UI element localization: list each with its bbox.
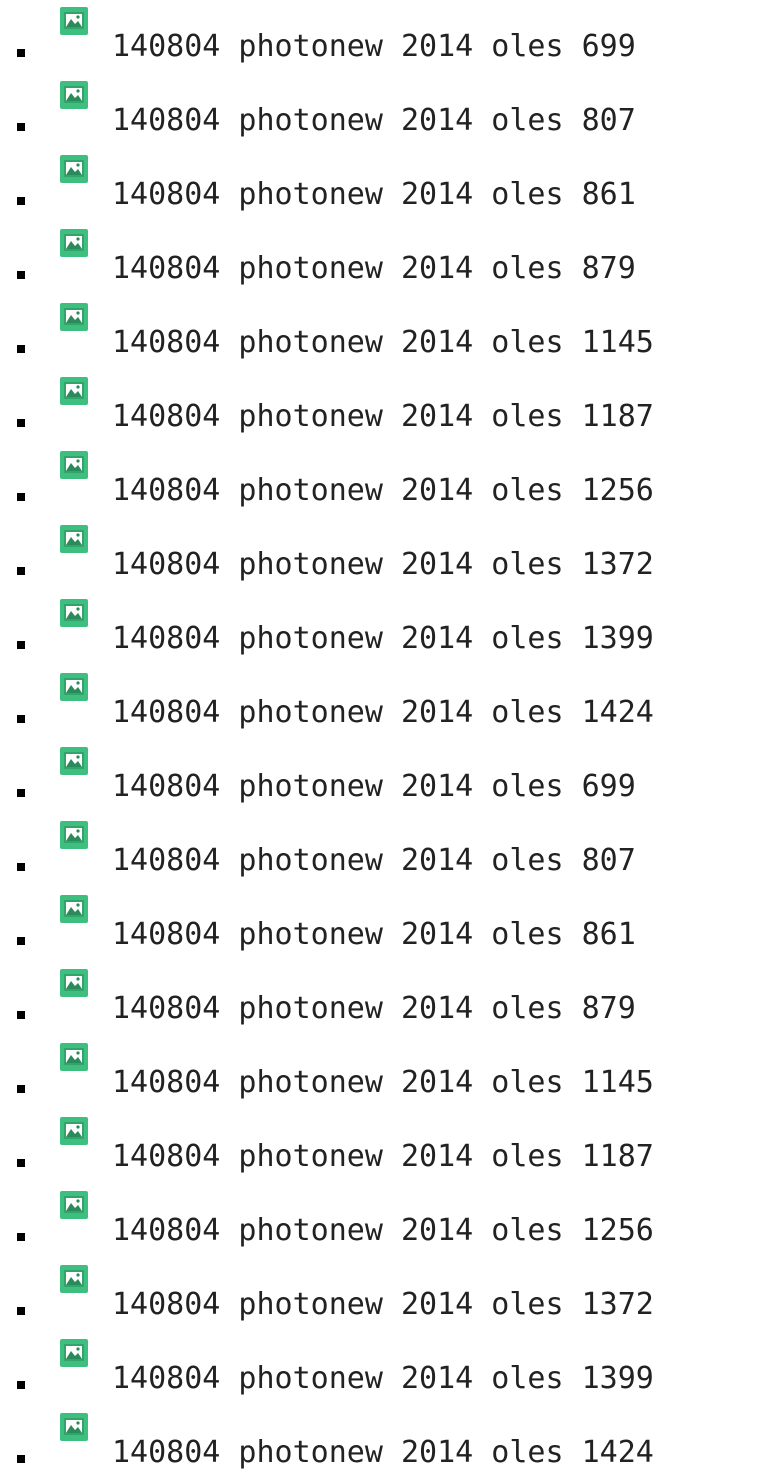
file-link[interactable]: 140804 photonew 2014 oles 1372 (112, 1285, 654, 1325)
image-file-icon[interactable] (60, 451, 88, 479)
bullet-marker (17, 1159, 25, 1167)
file-link[interactable]: 140804 photonew 2014 oles 1145 (112, 323, 654, 363)
bullet-marker (17, 197, 25, 205)
list-item: 140804 photonew 2014 oles 807 (0, 74, 764, 148)
file-link[interactable]: 140804 photonew 2014 oles 1256 (112, 1211, 654, 1251)
file-link[interactable]: 140804 photonew 2014 oles 1424 (112, 693, 654, 733)
bullet-marker (17, 1381, 25, 1389)
bullet-marker (17, 419, 25, 427)
list-item: 140804 photonew 2014 oles 699 (0, 0, 764, 74)
file-link[interactable]: 140804 photonew 2014 oles 1424 (112, 1433, 654, 1473)
bullet-marker (17, 863, 25, 871)
image-file-icon[interactable] (60, 673, 88, 701)
file-link[interactable]: 140804 photonew 2014 oles 807 (112, 101, 636, 141)
list-item: 140804 photonew 2014 oles 1145 (0, 1036, 764, 1110)
list-item: 140804 photonew 2014 oles 1256 (0, 444, 764, 518)
bullet-marker (17, 1085, 25, 1093)
list-item: 140804 photonew 2014 oles 861 (0, 148, 764, 222)
list-item: 140804 photonew 2014 oles 1372 (0, 518, 764, 592)
bullet-marker (17, 123, 25, 131)
image-file-icon[interactable] (60, 229, 88, 257)
image-file-icon[interactable] (60, 1265, 88, 1293)
bullet-marker (17, 1455, 25, 1463)
bullet-marker (17, 49, 25, 57)
list-item: 140804 photonew 2014 oles 1145 (0, 296, 764, 370)
bullet-marker (17, 567, 25, 575)
image-file-icon[interactable] (60, 525, 88, 553)
file-list: 140804 photonew 2014 oles 699 140804 pho… (0, 0, 764, 1480)
list-item: 140804 photonew 2014 oles 1399 (0, 592, 764, 666)
image-file-icon[interactable] (60, 377, 88, 405)
list-item: 140804 photonew 2014 oles 1424 (0, 666, 764, 740)
list-item: 140804 photonew 2014 oles 879 (0, 962, 764, 1036)
bullet-marker (17, 937, 25, 945)
list-item: 140804 photonew 2014 oles 879 (0, 222, 764, 296)
image-file-icon[interactable] (60, 155, 88, 183)
image-file-icon[interactable] (60, 1043, 88, 1071)
file-link[interactable]: 140804 photonew 2014 oles 1145 (112, 1063, 654, 1103)
image-file-icon[interactable] (60, 747, 88, 775)
bullet-marker (17, 1233, 25, 1241)
image-file-icon[interactable] (60, 7, 88, 35)
image-file-icon[interactable] (60, 81, 88, 109)
file-link[interactable]: 140804 photonew 2014 oles 1187 (112, 1137, 654, 1177)
file-link[interactable]: 140804 photonew 2014 oles 861 (112, 915, 636, 955)
file-link[interactable]: 140804 photonew 2014 oles 879 (112, 989, 636, 1029)
file-link[interactable]: 140804 photonew 2014 oles 1399 (112, 1359, 654, 1399)
list-item: 140804 photonew 2014 oles 1187 (0, 370, 764, 444)
bullet-marker (17, 1307, 25, 1315)
image-file-icon[interactable] (60, 1117, 88, 1145)
bullet-marker (17, 789, 25, 797)
bullet-marker (17, 641, 25, 649)
bullet-marker (17, 1011, 25, 1019)
file-link[interactable]: 140804 photonew 2014 oles 1187 (112, 397, 654, 437)
file-link[interactable]: 140804 photonew 2014 oles 1372 (112, 545, 654, 585)
bullet-marker (17, 345, 25, 353)
bullet-marker (17, 493, 25, 501)
list-item: 140804 photonew 2014 oles 1256 (0, 1184, 764, 1258)
bullet-marker (17, 715, 25, 723)
image-file-icon[interactable] (60, 969, 88, 997)
list-item: 140804 photonew 2014 oles 699 (0, 740, 764, 814)
file-link[interactable]: 140804 photonew 2014 oles 699 (112, 767, 636, 807)
bullet-marker (17, 271, 25, 279)
file-link[interactable]: 140804 photonew 2014 oles 1399 (112, 619, 654, 659)
file-link[interactable]: 140804 photonew 2014 oles 699 (112, 27, 636, 67)
file-link[interactable]: 140804 photonew 2014 oles 1256 (112, 471, 654, 511)
image-file-icon[interactable] (60, 1413, 88, 1441)
list-item: 140804 photonew 2014 oles 1372 (0, 1258, 764, 1332)
list-item: 140804 photonew 2014 oles 1187 (0, 1110, 764, 1184)
list-item: 140804 photonew 2014 oles 1424 (0, 1406, 764, 1480)
image-file-icon[interactable] (60, 303, 88, 331)
file-link[interactable]: 140804 photonew 2014 oles 807 (112, 841, 636, 881)
image-file-icon[interactable] (60, 821, 88, 849)
image-file-icon[interactable] (60, 1191, 88, 1219)
list-item: 140804 photonew 2014 oles 1399 (0, 1332, 764, 1406)
list-item: 140804 photonew 2014 oles 807 (0, 814, 764, 888)
image-file-icon[interactable] (60, 895, 88, 923)
file-link[interactable]: 140804 photonew 2014 oles 861 (112, 175, 636, 215)
file-link[interactable]: 140804 photonew 2014 oles 879 (112, 249, 636, 289)
list-item: 140804 photonew 2014 oles 861 (0, 888, 764, 962)
image-file-icon[interactable] (60, 1339, 88, 1367)
image-file-icon[interactable] (60, 599, 88, 627)
